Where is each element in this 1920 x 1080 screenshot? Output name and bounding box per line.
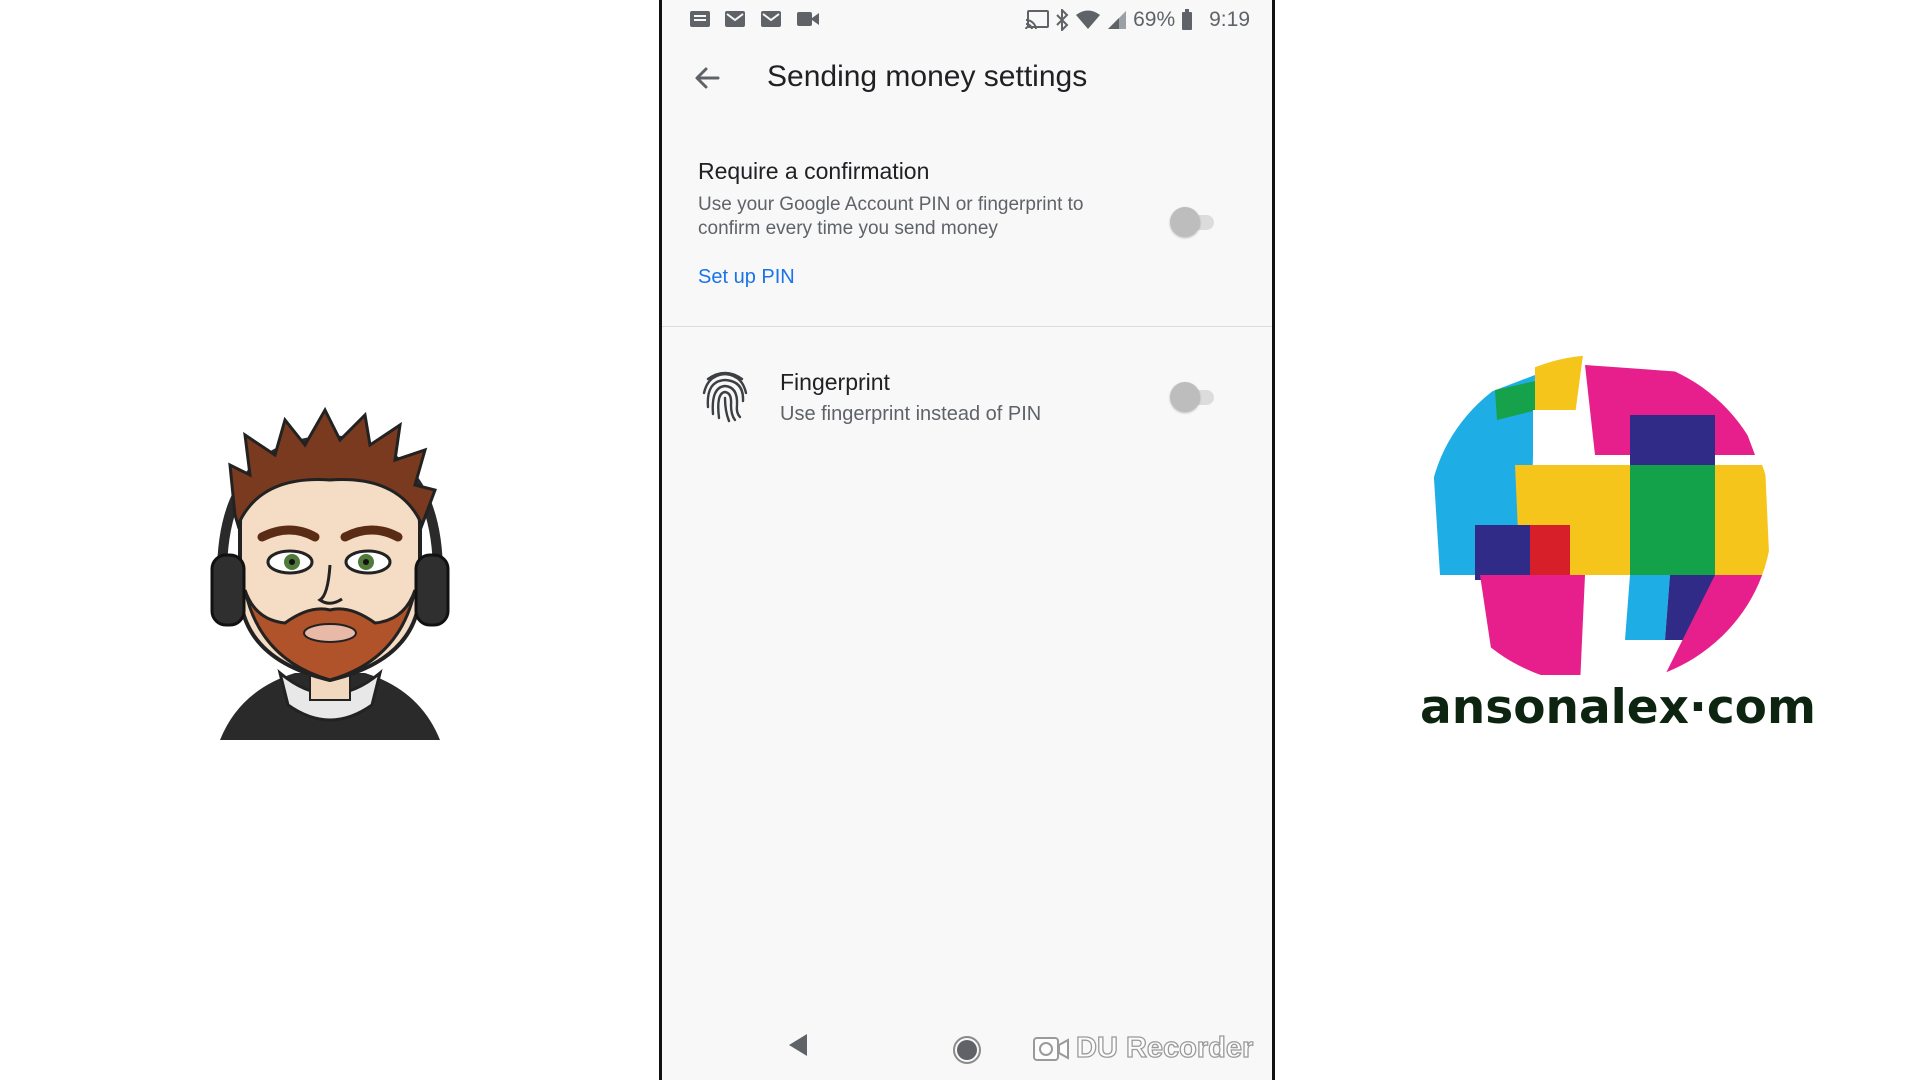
toggle-thumb (1170, 207, 1200, 237)
setting-description: Use your Google Account PIN or fingerpri… (698, 194, 1084, 239)
watermark-text: DU Recorder (1075, 1031, 1254, 1064)
avatar (210, 406, 450, 740)
cast-icon (1025, 10, 1050, 30)
page-title: Sending money settings (767, 60, 1088, 93)
fingerprint-icon (702, 371, 748, 423)
setting-title: Fingerprint (780, 369, 890, 395)
navigation-bar: DU Recorder (662, 1015, 1272, 1080)
fingerprint-toggle[interactable] (1170, 380, 1216, 414)
phone-screen: 69% 9:19 Sending money settings Require … (659, 0, 1275, 1080)
set-up-pin-link[interactable]: Set up PIN (698, 266, 795, 289)
video-camera-icon (797, 12, 819, 26)
gmail-icon (761, 11, 781, 27)
status-clock: 9:19 (1209, 8, 1250, 31)
recorder-watermark: DU Recorder (1032, 1031, 1254, 1065)
cell-signal-icon (1108, 11, 1127, 29)
gmail-icon (725, 11, 745, 27)
fingerprint-setting[interactable]: Fingerprint Use fingerprint instead of P… (662, 327, 1272, 467)
bluetooth-icon (1056, 9, 1069, 31)
nav-home-icon[interactable] (952, 1035, 982, 1065)
nav-back-icon[interactable] (787, 1032, 809, 1058)
require-confirmation-toggle[interactable] (1170, 205, 1216, 239)
setting-description: Use fingerprint instead of PIN (780, 403, 1042, 425)
wifi-icon (1076, 10, 1101, 29)
brand-logo-mark (1428, 355, 1772, 675)
status-bar: 69% 9:19 (662, 0, 1272, 40)
arrow-back-icon[interactable] (688, 58, 728, 98)
require-confirmation-setting[interactable]: Require a confirmation Use your Google A… (662, 140, 1272, 326)
video-camera-icon (1033, 1036, 1069, 1061)
battery-icon (1182, 9, 1193, 30)
messages-icon (690, 11, 710, 27)
battery-percent: 69% (1133, 8, 1176, 31)
app-bar: Sending money settings (662, 40, 1272, 116)
brand-logo-text: ansonalex·com (1420, 680, 1816, 735)
setting-title: Require a confirmation (698, 158, 930, 184)
toggle-thumb (1170, 382, 1200, 412)
